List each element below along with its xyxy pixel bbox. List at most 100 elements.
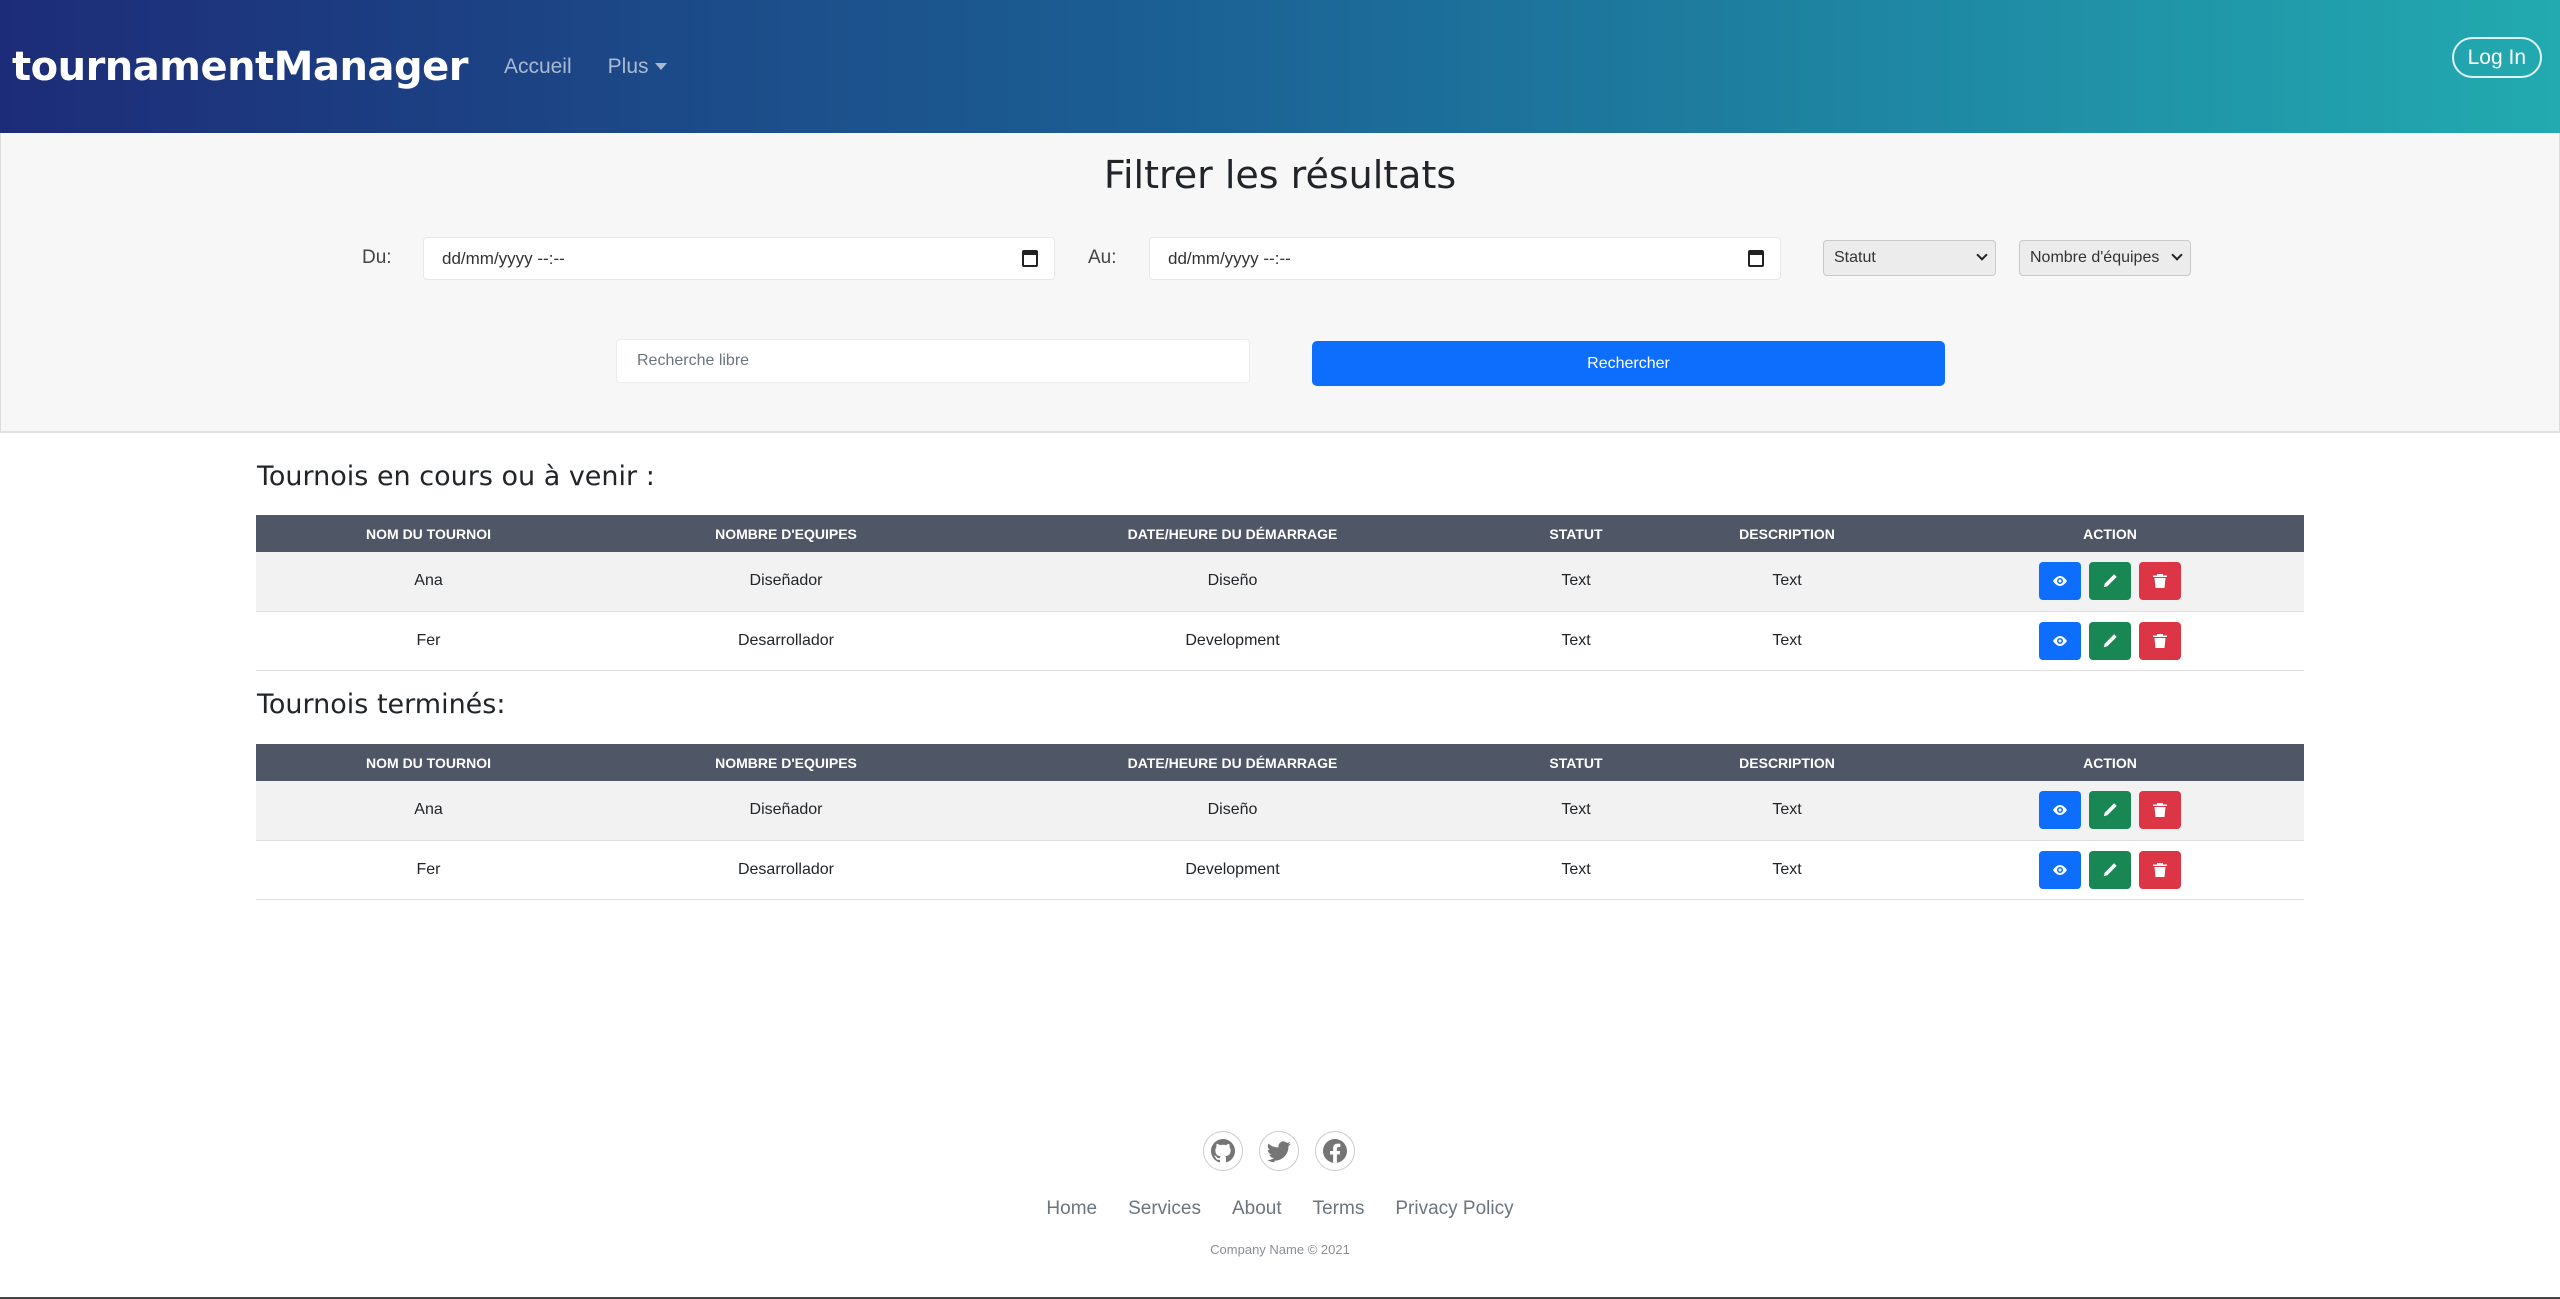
- pencil-icon: [2103, 803, 2117, 817]
- search-button[interactable]: Rechercher: [1312, 341, 1945, 386]
- delete-button[interactable]: [2139, 791, 2181, 830]
- eye-icon: [2053, 576, 2067, 587]
- footer-link-home[interactable]: Home: [1046, 1198, 1097, 1220]
- cell-date: Development: [1185, 631, 1280, 649]
- eye-icon: [2053, 864, 2067, 875]
- edit-button[interactable]: [2089, 791, 2131, 830]
- current-tournaments-title: Tournois en cours ou à venir :: [257, 461, 655, 492]
- footer-link-services[interactable]: Services: [1128, 1198, 1201, 1220]
- th-teams: Nombre d'equipes: [715, 754, 857, 771]
- brand-logo[interactable]: tournamentManager: [12, 44, 468, 90]
- table-row: Fer Desarrollador Development Text Text: [256, 611, 2304, 670]
- chevron-down-icon: [2171, 249, 2183, 261]
- th-action: Action: [2083, 754, 2137, 771]
- cell-actions: [1916, 611, 2304, 670]
- nav-link-accueil[interactable]: Accueil: [504, 55, 572, 79]
- delete-button[interactable]: [2139, 621, 2181, 660]
- delete-button[interactable]: [2139, 562, 2181, 601]
- edit-button[interactable]: [2089, 850, 2131, 889]
- finished-tournaments-table: Nom du tournoi Nombre d'equipes Date/heu…: [256, 744, 2304, 900]
- github-button[interactable]: [1203, 1131, 1243, 1171]
- cell-name: Fer: [416, 631, 441, 649]
- status-select[interactable]: Statut: [1823, 240, 1996, 276]
- edit-button[interactable]: [2089, 621, 2131, 660]
- twitter-button[interactable]: [1259, 1131, 1299, 1171]
- trash-icon: [2153, 803, 2167, 818]
- calendar-icon[interactable]: [1748, 250, 1764, 267]
- facebook-button[interactable]: [1315, 1131, 1355, 1171]
- pencil-icon: [2103, 574, 2117, 588]
- view-button[interactable]: [2039, 791, 2081, 830]
- to-date-placeholder: dd/mm/yyyy --:--: [1168, 248, 1291, 268]
- search-input[interactable]: Recherche libre: [616, 339, 1250, 383]
- cell-status: Text: [1561, 860, 1591, 878]
- view-button[interactable]: [2039, 850, 2081, 889]
- edit-button[interactable]: [2089, 562, 2131, 601]
- cell-status: Text: [1561, 631, 1591, 649]
- cell-actions: [1916, 552, 2304, 611]
- cell-teams: Diseñador: [749, 801, 823, 819]
- github-icon: [1211, 1139, 1235, 1163]
- cell-name: Ana: [414, 572, 443, 590]
- caret-down-icon: [654, 63, 667, 70]
- table-header-row: Nom du tournoi Nombre d'equipes Date/heu…: [256, 744, 2304, 781]
- teams-select-value: Nombre d'équipes: [2030, 249, 2160, 266]
- from-date-input[interactable]: dd/mm/yyyy --:--: [423, 237, 1055, 280]
- footer-link-about[interactable]: About: [1232, 1198, 1282, 1220]
- th-status: Statut: [1549, 525, 1603, 542]
- th-date: Date/heure du démarrage: [1127, 754, 1338, 771]
- nav-dropdown-plus[interactable]: Plus: [608, 55, 667, 79]
- teams-select[interactable]: Nombre d'équipes: [2019, 240, 2191, 276]
- chevron-down-icon: [1976, 249, 1988, 261]
- footer-nav: Home Services About Terms Privacy Policy: [0, 1198, 2560, 1220]
- eye-icon: [2053, 805, 2067, 816]
- filter-title: Filtrer les résultats: [1103, 153, 1457, 197]
- eye-icon: [2053, 635, 2067, 646]
- trash-icon: [2153, 574, 2167, 589]
- th-status: Statut: [1549, 754, 1603, 771]
- from-label: Du:: [362, 247, 392, 268]
- table-header-row: Nom du tournoi Nombre d'equipes Date/heu…: [256, 515, 2304, 552]
- navbar: tournamentManager Accueil Plus Log In: [0, 0, 2560, 133]
- th-date: Date/heure du démarrage: [1127, 525, 1338, 542]
- finished-tournaments-title: Tournois terminés:: [257, 689, 506, 720]
- cell-status: Text: [1561, 572, 1591, 590]
- delete-button[interactable]: [2139, 850, 2181, 889]
- social-links: [1203, 1131, 1355, 1171]
- cell-description: Text: [1772, 631, 1802, 649]
- calendar-icon[interactable]: [1022, 250, 1038, 267]
- cell-teams: Desarrollador: [737, 860, 835, 878]
- pencil-icon: [2103, 633, 2117, 647]
- trash-icon: [2153, 862, 2167, 877]
- cell-description: Text: [1772, 860, 1802, 878]
- footer-link-privacy[interactable]: Privacy Policy: [1395, 1198, 1513, 1220]
- current-tournaments-table: Nom du tournoi Nombre d'equipes Date/heu…: [256, 515, 2304, 671]
- login-button[interactable]: Log In: [2451, 37, 2542, 78]
- to-label: Au:: [1088, 247, 1117, 268]
- copyright: Company Name © 2021: [1210, 1242, 1350, 1257]
- table-row: Ana Diseñador Diseño Text Text: [256, 552, 2304, 611]
- cell-description: Text: [1772, 572, 1802, 590]
- cell-name: Fer: [416, 860, 441, 878]
- th-action: Action: [2083, 525, 2137, 542]
- cell-date: Development: [1185, 860, 1280, 878]
- nav-dropdown-label: Plus: [607, 54, 649, 78]
- cell-teams: Desarrollador: [737, 631, 835, 649]
- th-name: Nom du tournoi: [366, 525, 491, 542]
- table-row: Fer Desarrollador Development Text Text: [256, 840, 2304, 899]
- trash-icon: [2153, 633, 2167, 648]
- cell-description: Text: [1772, 801, 1802, 819]
- footer-link-terms[interactable]: Terms: [1313, 1198, 1365, 1220]
- th-description: Description: [1739, 754, 1835, 771]
- view-button[interactable]: [2039, 562, 2081, 601]
- cell-teams: Diseñador: [749, 572, 823, 590]
- th-teams: Nombre d'equipes: [715, 525, 857, 542]
- cell-status: Text: [1561, 801, 1591, 819]
- view-button[interactable]: [2039, 621, 2081, 660]
- facebook-icon: [1323, 1139, 1347, 1163]
- cell-date: Diseño: [1207, 801, 1258, 819]
- cell-date: Diseño: [1207, 572, 1258, 590]
- pencil-icon: [2103, 862, 2117, 876]
- table-row: Ana Diseñador Diseño Text Text: [256, 781, 2304, 840]
- to-date-input[interactable]: dd/mm/yyyy --:--: [1149, 237, 1781, 280]
